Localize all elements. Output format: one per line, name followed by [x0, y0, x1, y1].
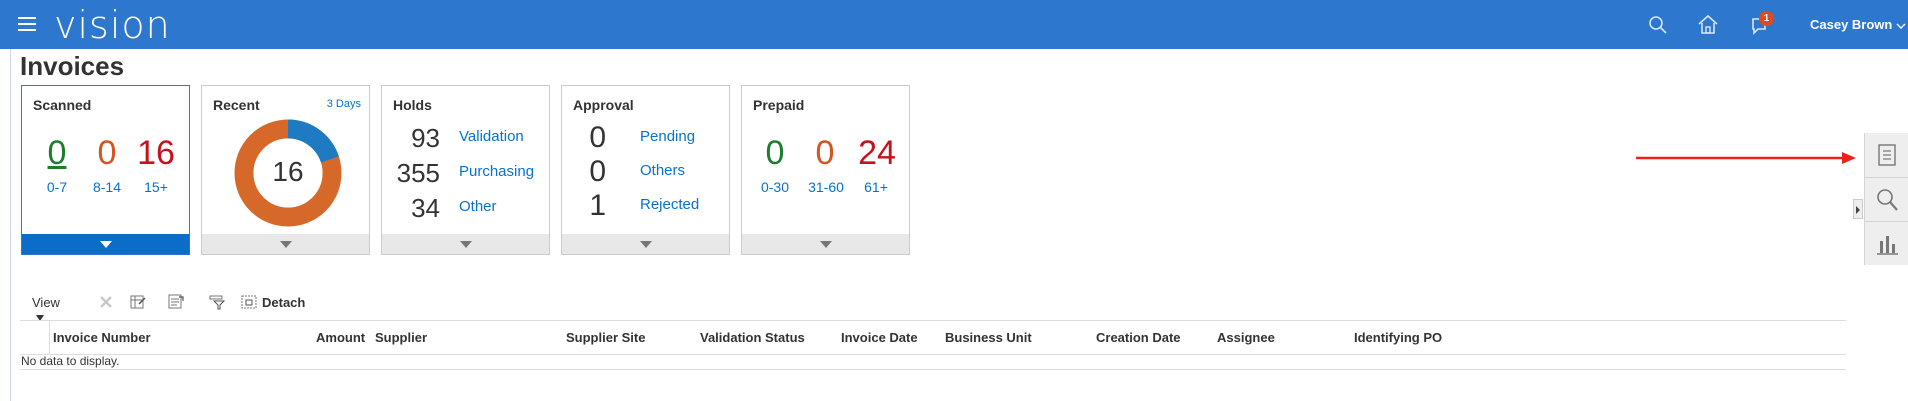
invoices-table-header: Invoice Number Amount Supplier Supplier … [20, 320, 1846, 355]
approval-link-rejected[interactable]: Rejected [640, 196, 699, 213]
prepaid-label-31-60[interactable]: 31-60 [803, 179, 849, 195]
column-supplier-site[interactable]: Supplier Site [566, 330, 645, 345]
column-validation-status[interactable]: Validation Status [700, 330, 805, 345]
prepaid-expand-button[interactable] [742, 234, 909, 254]
approval-count-rejected: 1 [589, 189, 606, 222]
chevron-down-icon [1896, 23, 1906, 29]
card-title: Scanned [33, 97, 92, 113]
card-title: Approval [573, 97, 634, 113]
view-label: View [32, 295, 60, 310]
detach-button[interactable]: Detach [262, 295, 305, 310]
column-creation-date[interactable]: Creation Date [1096, 330, 1181, 345]
prepaid-label-0-30[interactable]: 0-30 [755, 179, 795, 195]
recent-count: 16 [272, 156, 304, 187]
top-bar: vision 1 Casey Brown [0, 0, 1908, 49]
filter-icon[interactable] [208, 293, 226, 311]
approval-count-pending: 0 [589, 121, 606, 154]
table-bottom-border [20, 369, 1846, 370]
holds-link-purchasing[interactable]: Purchasing [459, 163, 534, 180]
holds-count-purchasing: 355 [396, 158, 440, 188]
page-title: Invoices [20, 51, 125, 81]
column-assignee[interactable]: Assignee [1217, 330, 1275, 345]
search-panel-button[interactable] [1865, 178, 1908, 222]
scanned-count-0-7[interactable]: 0 [42, 136, 72, 170]
card-title: Prepaid [753, 97, 805, 113]
approval-card[interactable]: Approval 0 Pending 0 Others 1 Rejected [561, 85, 730, 255]
notification-badge: 1 [1759, 11, 1774, 26]
card-title: Holds [393, 97, 432, 113]
prepaid-count-31-60[interactable]: 0 [810, 136, 840, 170]
prepaid-card[interactable]: Prepaid 0 0 24 0-30 31-60 61+ [741, 85, 910, 255]
scanned-card[interactable]: Scanned 0 0 16 0-7 8-14 15+ [21, 85, 190, 255]
recent-period-link[interactable]: 3 Days [327, 98, 361, 110]
scanned-label-0-7[interactable]: 0-7 [37, 179, 77, 195]
holds-expand-button[interactable] [382, 234, 549, 254]
bar-chart-icon [1877, 236, 1898, 255]
document-panel-button[interactable] [1865, 133, 1908, 177]
search-icon[interactable] [1645, 12, 1671, 38]
approval-expand-button[interactable] [562, 234, 729, 254]
export-icon[interactable] [167, 293, 185, 311]
caret-down-icon [819, 241, 832, 248]
column-business-unit[interactable]: Business Unit [945, 330, 1032, 345]
scanned-expand-button[interactable] [22, 234, 189, 254]
approval-link-others[interactable]: Others [640, 162, 685, 179]
panel-collapse-handle[interactable] [1853, 199, 1863, 219]
approval-link-pending[interactable]: Pending [640, 128, 695, 145]
annotation-arrow-icon [1636, 152, 1856, 164]
hamburger-icon[interactable] [18, 17, 36, 31]
column-invoice-date[interactable]: Invoice Date [841, 330, 918, 345]
empty-table-message: No data to display. [21, 354, 120, 368]
right-side-panel [1864, 133, 1908, 265]
scanned-label-8-14[interactable]: 8-14 [85, 179, 129, 195]
prepaid-label-61-plus[interactable]: 61+ [856, 179, 896, 195]
column-identifying-po[interactable]: Identifying PO [1354, 330, 1442, 345]
scanned-count-15-plus[interactable]: 16 [133, 136, 179, 170]
column-amount[interactable]: Amount [316, 330, 365, 345]
edit-columns-icon[interactable] [129, 293, 147, 311]
magnifier-icon [1877, 189, 1898, 211]
holds-link-other[interactable]: Other [459, 198, 497, 215]
caret-down-icon [639, 241, 652, 248]
holds-count-validation: 93 [411, 123, 440, 153]
home-icon[interactable] [1695, 12, 1721, 38]
holds-link-validation[interactable]: Validation [459, 128, 524, 145]
caret-down-icon [459, 241, 472, 248]
column-invoice-number[interactable]: Invoice Number [53, 330, 151, 345]
app-logo[interactable]: vision [54, 3, 171, 47]
page-left-border [10, 49, 11, 401]
recent-expand-button[interactable] [202, 234, 369, 254]
scanned-count-8-14[interactable]: 0 [92, 136, 122, 170]
holds-card[interactable]: Holds 93 Validation 355 Purchasing 34 Ot… [381, 85, 550, 255]
card-title: Recent [213, 97, 260, 113]
column-supplier[interactable]: Supplier [375, 330, 427, 345]
caret-right-icon [1856, 206, 1860, 214]
holds-count-other: 34 [411, 193, 440, 223]
prepaid-count-61-plus[interactable]: 24 [854, 136, 900, 170]
caret-down-icon [99, 241, 112, 248]
row-selector-column [20, 321, 50, 354]
analytics-panel-button[interactable] [1865, 222, 1908, 266]
caret-down-icon [279, 241, 292, 248]
user-menu[interactable]: Casey Brown [1810, 17, 1906, 32]
detach-icon[interactable] [240, 293, 258, 311]
prepaid-count-0-30[interactable]: 0 [760, 136, 790, 170]
user-name: Casey Brown [1810, 17, 1893, 32]
scanned-label-15-plus[interactable]: 15+ [136, 179, 176, 195]
approval-count-others: 0 [589, 155, 606, 188]
document-icon [1878, 144, 1896, 166]
recent-card[interactable]: Recent 3 Days 16 [201, 85, 370, 255]
delete-icon[interactable] [97, 293, 115, 311]
